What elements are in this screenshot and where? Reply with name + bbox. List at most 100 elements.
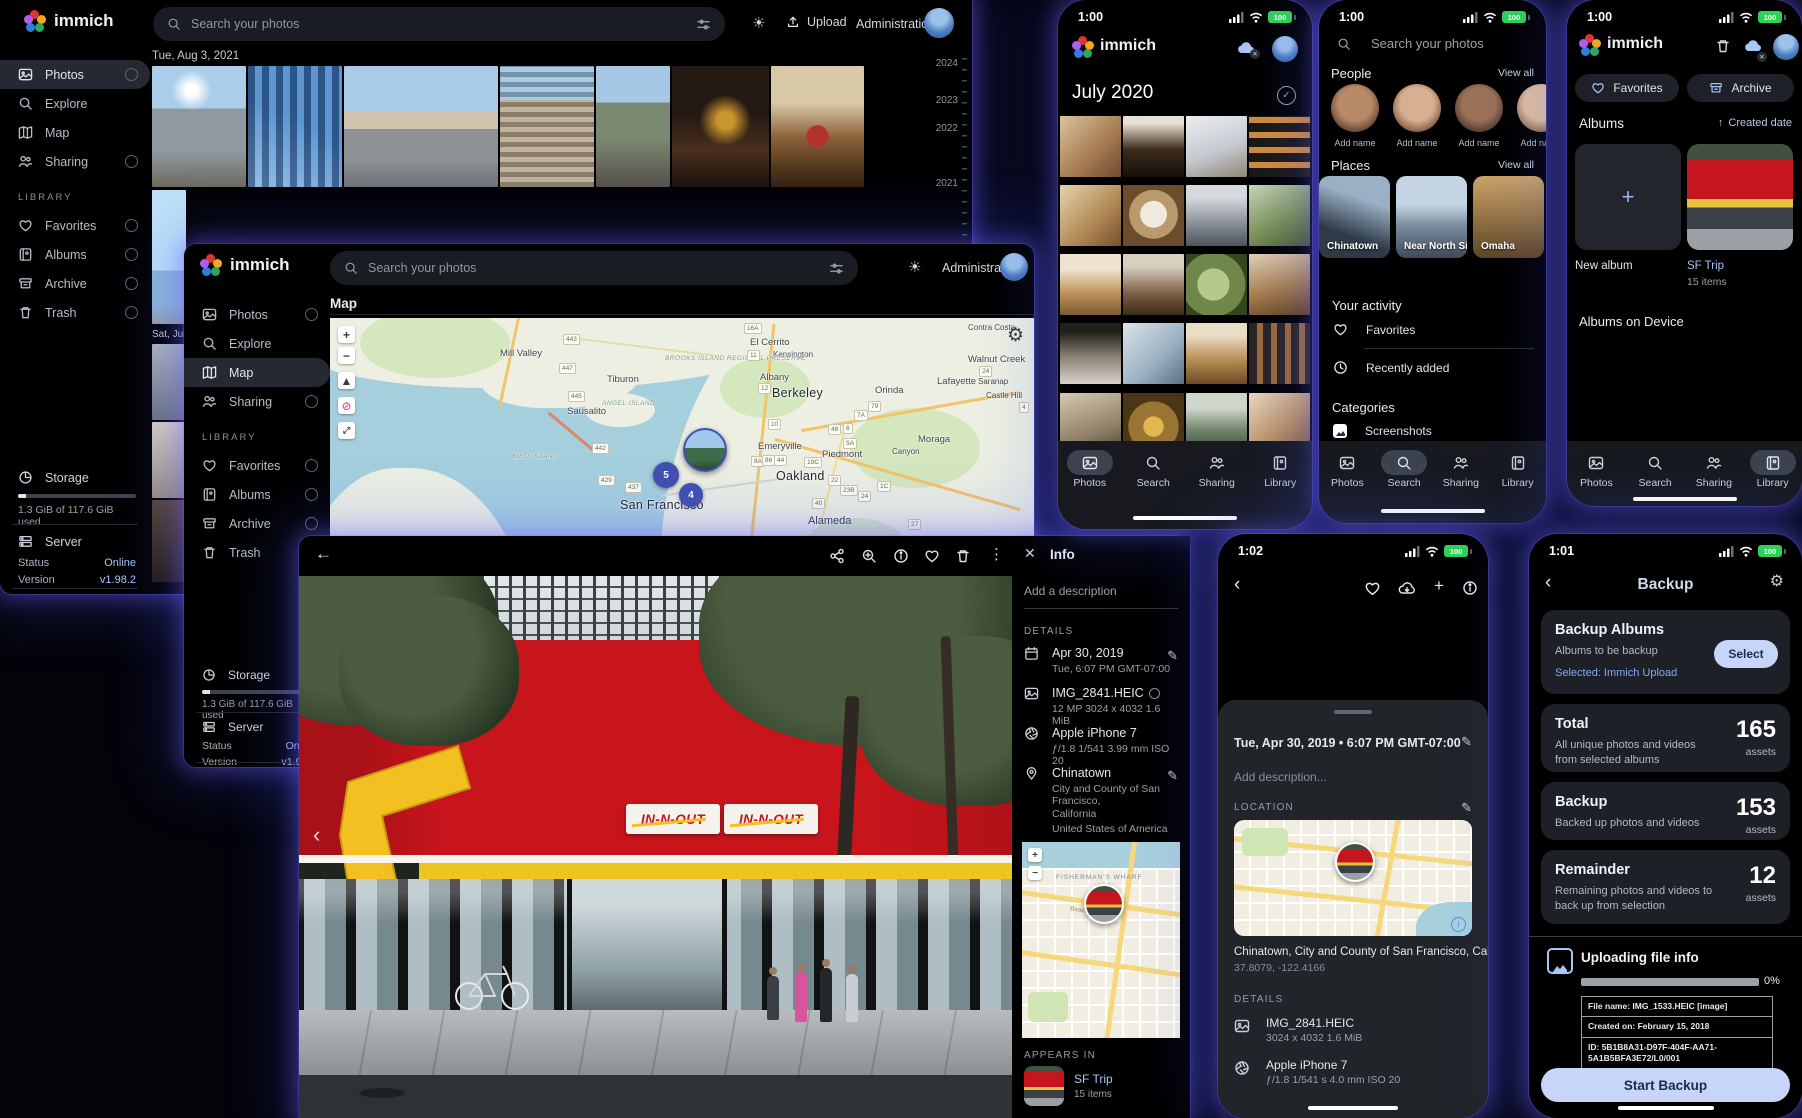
hide-markers-button[interactable]: ⊘ xyxy=(338,397,355,414)
photo-thumbnail[interactable] xyxy=(152,500,186,582)
tab-library[interactable]: Library xyxy=(1490,450,1546,523)
sidebar-item-map[interactable]: Map xyxy=(184,358,330,387)
photo-thumbnail[interactable] xyxy=(152,66,246,187)
photo-thumbnail[interactable] xyxy=(672,66,769,187)
start-backup-button[interactable]: Start Backup xyxy=(1541,1068,1790,1102)
info-icon[interactable] xyxy=(1462,580,1478,596)
photo-thumbnail[interactable] xyxy=(771,66,864,187)
location-map[interactable]: FISHERMAN'S WHARF Beach Street + − xyxy=(1022,842,1180,1038)
archive-button[interactable]: Archive xyxy=(1687,74,1794,102)
new-album-card[interactable]: + xyxy=(1575,144,1681,250)
sidebar-item-albums[interactable]: Albums xyxy=(0,240,150,269)
sidebar-item-favorites[interactable]: Favorites xyxy=(0,211,150,240)
photo-thumbnail[interactable] xyxy=(1060,254,1121,315)
person-item[interactable]: Add name xyxy=(1455,84,1503,148)
sidebar-item-photos[interactable]: Photos xyxy=(184,300,330,329)
location-map[interactable]: i xyxy=(1234,820,1472,936)
search-input[interactable]: Search your photos xyxy=(1337,36,1527,51)
locate-button[interactable]: ▲ xyxy=(338,372,355,389)
sidebar-item-albums[interactable]: Albums xyxy=(184,480,330,509)
scrubber-year[interactable]: 2023 xyxy=(936,95,958,106)
more-menu-kebab-icon[interactable]: ⋮ xyxy=(989,545,1005,563)
info-icon[interactable] xyxy=(893,548,909,564)
photo-thumbnail[interactable] xyxy=(1060,185,1121,246)
album-card[interactable] xyxy=(1687,144,1793,250)
person-item[interactable]: Add name xyxy=(1393,84,1441,148)
photo-thumbnail[interactable] xyxy=(1186,116,1247,177)
map-settings-gear-icon[interactable]: ⚙ xyxy=(1007,326,1024,345)
place-item[interactable]: Chinatown xyxy=(1319,176,1390,258)
photo-viewer[interactable]: IN-N-OUT IN-N-OUT ‹ xyxy=(299,576,1012,1118)
home-indicator[interactable] xyxy=(1633,497,1737,501)
photo-thumbnail[interactable] xyxy=(596,66,670,187)
home-indicator[interactable] xyxy=(1308,1106,1398,1110)
scrubber-year[interactable]: 2022 xyxy=(936,123,958,134)
edit-date-pencil-icon[interactable]: ✎ xyxy=(1167,648,1178,664)
photo-thumbnail[interactable] xyxy=(1060,323,1121,384)
photo-thumbnail[interactable] xyxy=(152,344,186,420)
zoom-icon[interactable] xyxy=(861,548,877,564)
screenshots-row[interactable]: Screenshots xyxy=(1333,424,1432,438)
user-avatar[interactable] xyxy=(1272,36,1298,62)
filter-sliders-icon[interactable] xyxy=(696,17,711,32)
search-input[interactable]: Search your photos xyxy=(153,7,725,41)
sidebar-item-sharing[interactable]: Sharing xyxy=(0,147,150,176)
tab-photos[interactable]: Photos xyxy=(1568,450,1624,506)
favorites-button[interactable]: Favorites xyxy=(1575,74,1679,102)
delete-icon[interactable] xyxy=(955,548,971,564)
tab-photos[interactable]: Photos xyxy=(1062,450,1118,529)
description-input[interactable]: Add a description xyxy=(1024,584,1117,598)
place-item[interactable]: Near North Side xyxy=(1396,176,1467,258)
map-photo-marker[interactable] xyxy=(683,428,727,472)
favorite-heart-icon[interactable] xyxy=(1364,580,1381,597)
tab-photos[interactable]: Photos xyxy=(1319,450,1375,523)
close-icon[interactable]: ✕ xyxy=(1024,545,1036,562)
zoom-out-button[interactable]: − xyxy=(338,347,355,364)
sort-created-date[interactable]: ↑Created date xyxy=(1718,117,1792,129)
upload-cloud-icon[interactable] xyxy=(1398,580,1416,597)
sidebar-item-archive[interactable]: Archive xyxy=(184,509,330,538)
photo-thumbnail[interactable] xyxy=(1123,323,1184,384)
user-avatar[interactable] xyxy=(1773,34,1799,60)
person-item[interactable]: Add name xyxy=(1331,84,1379,148)
sidebar-item-favorites[interactable]: Favorites xyxy=(184,451,330,480)
fullscreen-button[interactable]: ⤢ xyxy=(338,422,355,439)
album-link-card[interactable]: SF Trip 15 items xyxy=(1024,1066,1178,1106)
photo-thumbnail[interactable] xyxy=(1249,254,1310,315)
back-arrow-icon[interactable]: ← xyxy=(315,544,332,564)
zoom-in-button[interactable]: + xyxy=(338,326,355,343)
home-indicator[interactable] xyxy=(1618,1106,1714,1110)
photo-thumbnail[interactable] xyxy=(1249,323,1310,384)
photo-thumbnail[interactable] xyxy=(152,422,186,498)
sheet-drag-handle[interactable] xyxy=(1334,710,1372,714)
backup-cloud-icon[interactable]: ✕ xyxy=(1743,38,1763,59)
home-indicator[interactable] xyxy=(1133,516,1237,520)
home-indicator[interactable] xyxy=(1381,509,1485,513)
photo-thumbnail[interactable] xyxy=(248,66,342,187)
photo-thumbnail[interactable] xyxy=(1123,185,1184,246)
recently-added-row[interactable]: Recently added xyxy=(1333,360,1449,375)
photo-thumbnail[interactable] xyxy=(344,66,498,187)
favorite-heart-icon[interactable] xyxy=(924,548,940,564)
place-item[interactable]: Omaha xyxy=(1473,176,1544,258)
zoom-out-button[interactable]: − xyxy=(1028,866,1042,880)
trash-icon[interactable] xyxy=(1715,38,1731,54)
map-photo-marker[interactable] xyxy=(1335,842,1375,882)
scrubber-year[interactable]: 2021 xyxy=(936,178,958,189)
photo-thumbnail[interactable] xyxy=(500,66,594,187)
sidebar-item-explore[interactable]: Explore xyxy=(0,89,150,118)
user-avatar[interactable] xyxy=(1000,253,1028,281)
back-chevron-icon[interactable]: ‹ xyxy=(1234,574,1240,596)
sidebar-item-archive[interactable]: Archive xyxy=(0,269,150,298)
immich-logo[interactable]: immich xyxy=(24,10,114,32)
sidebar-item-explore[interactable]: Explore xyxy=(184,329,330,358)
tab-library[interactable]: Library xyxy=(1252,450,1308,529)
photo-thumbnail[interactable] xyxy=(1123,116,1184,177)
user-avatar[interactable] xyxy=(924,8,954,38)
map-photo-marker[interactable] xyxy=(1084,884,1124,924)
photo-thumbnail[interactable] xyxy=(1186,254,1247,315)
photo-thumbnail[interactable] xyxy=(1249,185,1310,246)
add-to-album-plus-icon[interactable]: + xyxy=(1434,576,1444,596)
photo-thumbnail[interactable] xyxy=(152,190,186,324)
map-cluster-marker[interactable]: 5 xyxy=(653,462,679,488)
